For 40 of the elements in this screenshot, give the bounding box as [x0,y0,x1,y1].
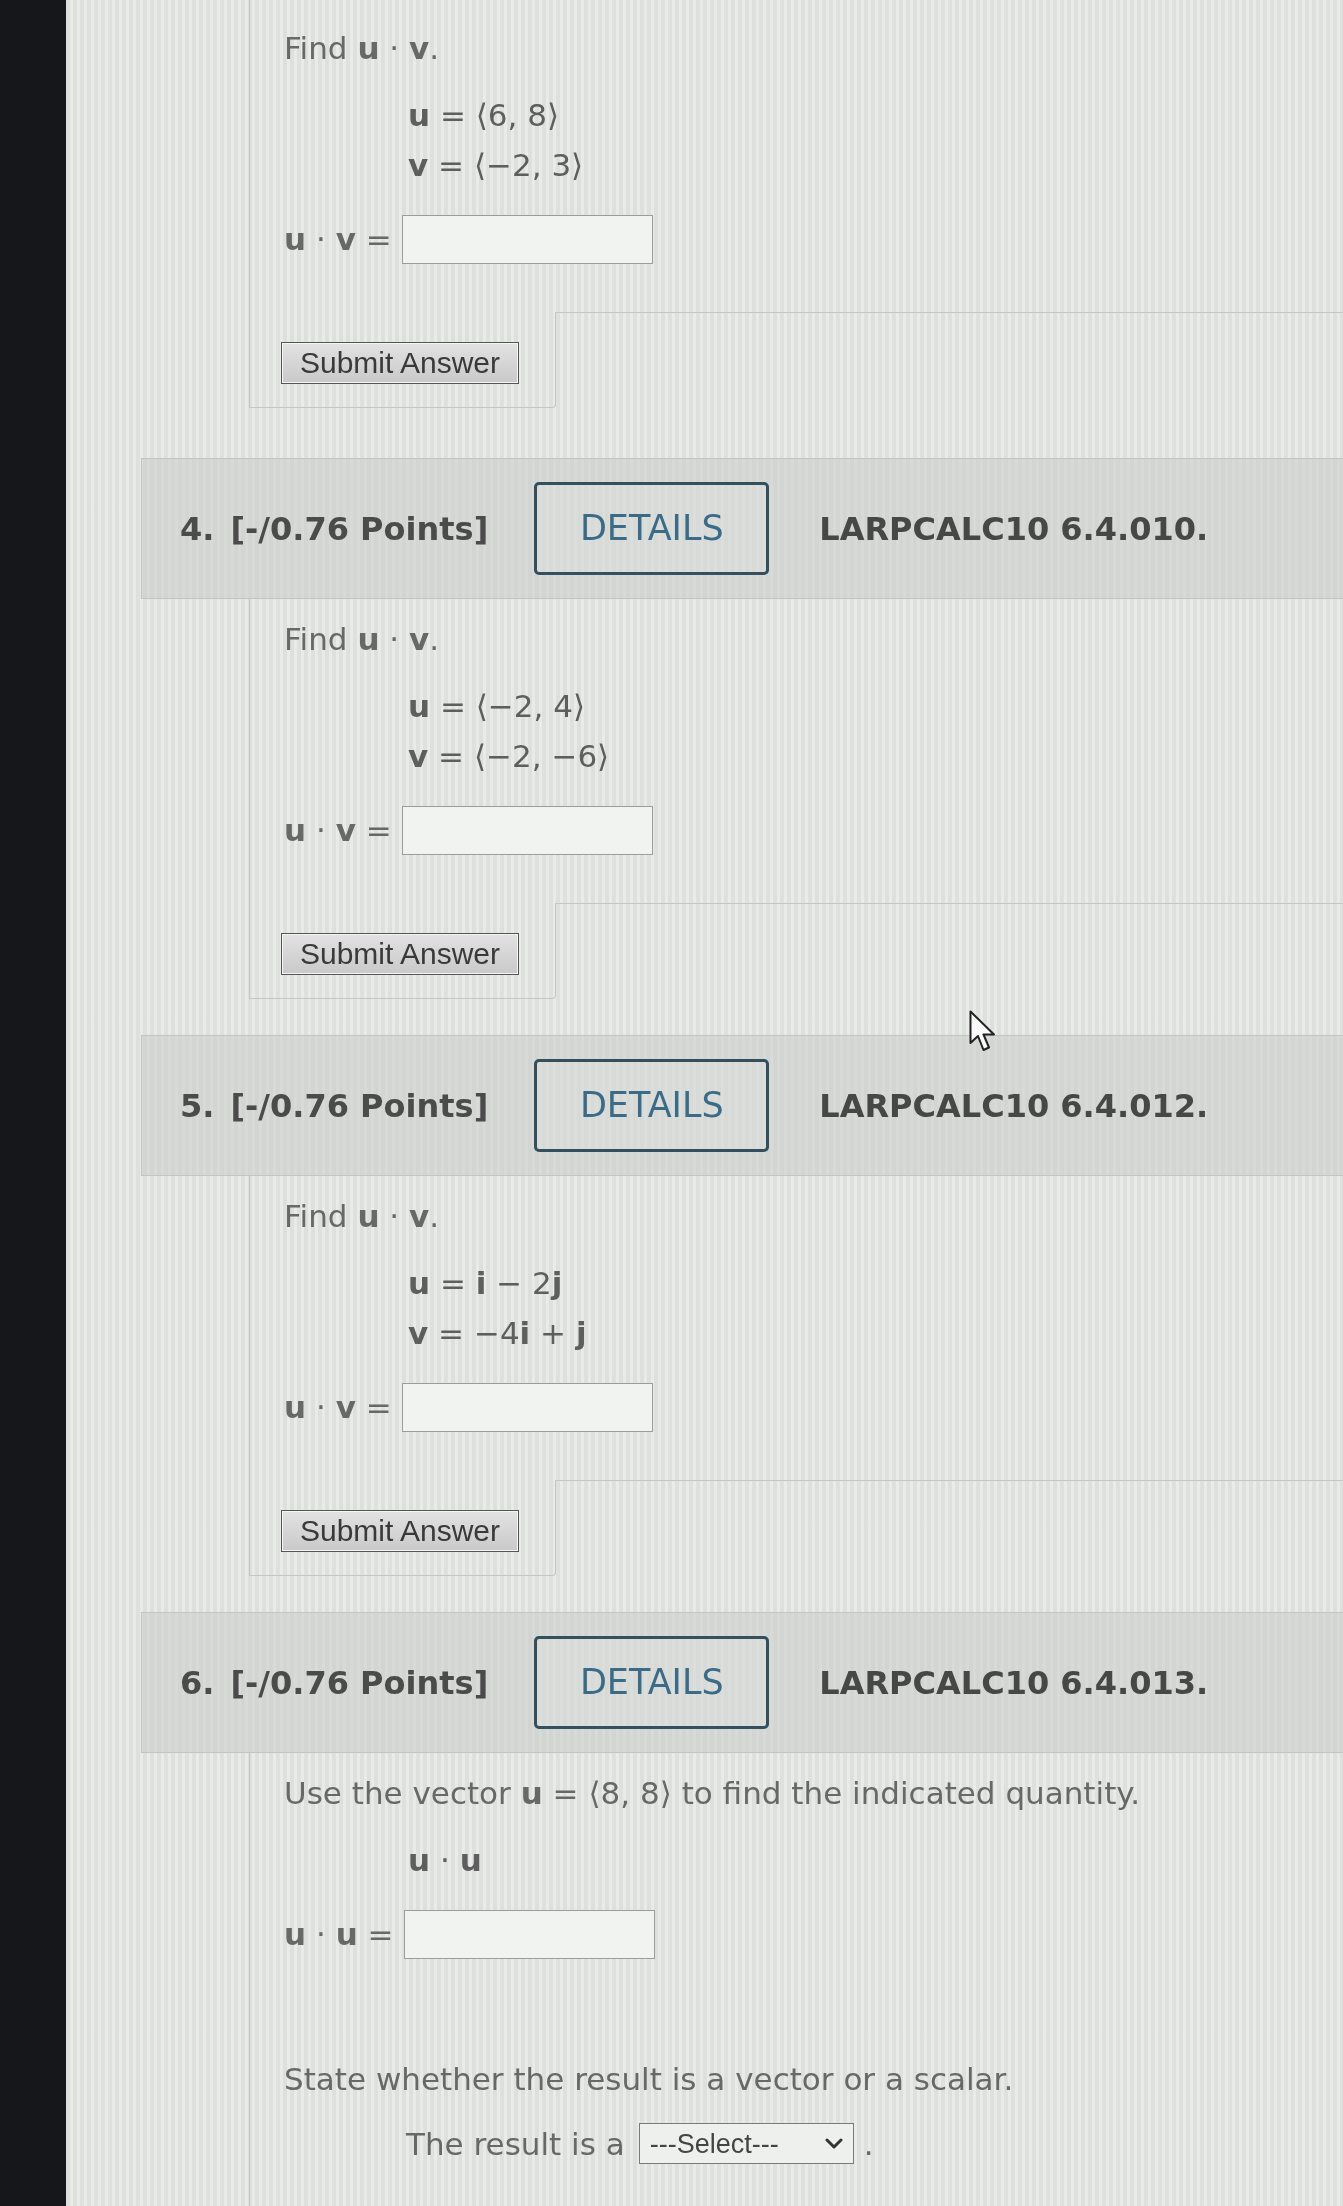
question-number: 5. [180,1085,215,1127]
equation-text: u · u [408,1841,482,1880]
equation-text: v = ⟨−2, −6⟩ [408,737,610,776]
equation-text: u = ⟨6, 8⟩ [408,96,560,135]
question-number: 6. [180,1662,215,1704]
problem-code-text: LARPCALC10 6.4.010. [819,508,1209,550]
question-number: 4. [180,508,215,550]
submit-answer-button[interactable]: Submit Answer [281,342,519,384]
points-text: [-/0.76 Points] [230,1662,489,1704]
answer-label: u · v = [284,810,392,850]
question-text: Use the vector u = ⟨8, 8⟩ to find the indicated quantity. [284,1774,1141,1813]
mouse-pointer-icon [969,1010,997,1052]
question-text: Find u · v. [284,1197,440,1236]
equation-text: v = −4i + j [408,1314,587,1353]
details-button[interactable]: DETAILS [534,1059,770,1152]
answer-field[interactable] [401,214,653,264]
select-dropdown[interactable]: ---Select--- [638,2123,854,2164]
equation-text: u = i − 2j [408,1264,563,1303]
answer-label: u · v = [284,219,392,259]
answer-label: u · u = [284,1914,394,1954]
points-text: [-/0.76 Points] [230,1085,489,1127]
caret-icon [824,2138,843,2149]
question-text: State whether the result is a vector or a scalar. [284,2060,1014,2099]
problem-code-text: LARPCALC10 6.4.012. [819,1085,1209,1127]
choice-prompt-text: The result is a [406,2124,625,2164]
period-text: . [863,2124,874,2164]
equation-text: v = ⟨−2, 3⟩ [408,146,584,185]
answer-label: u · v = [284,1387,392,1427]
submit-answer-button[interactable]: Submit Answer [281,933,519,975]
submit-answer-button[interactable]: Submit Answer [281,1510,519,1552]
equation-text: u = ⟨−2, 4⟩ [408,687,586,726]
problem-code-text: LARPCALC10 6.4.013. [819,1662,1209,1704]
answer-field[interactable] [401,1382,653,1432]
details-button[interactable]: DETAILS [534,1636,770,1729]
answer-field[interactable] [401,805,653,855]
points-text: [-/0.76 Points] [230,508,489,550]
question-text: Find u · v. [284,620,440,659]
details-button[interactable]: DETAILS [534,482,770,575]
answer-field[interactable] [403,1909,655,1959]
question-text: Find u · v. [284,29,440,68]
